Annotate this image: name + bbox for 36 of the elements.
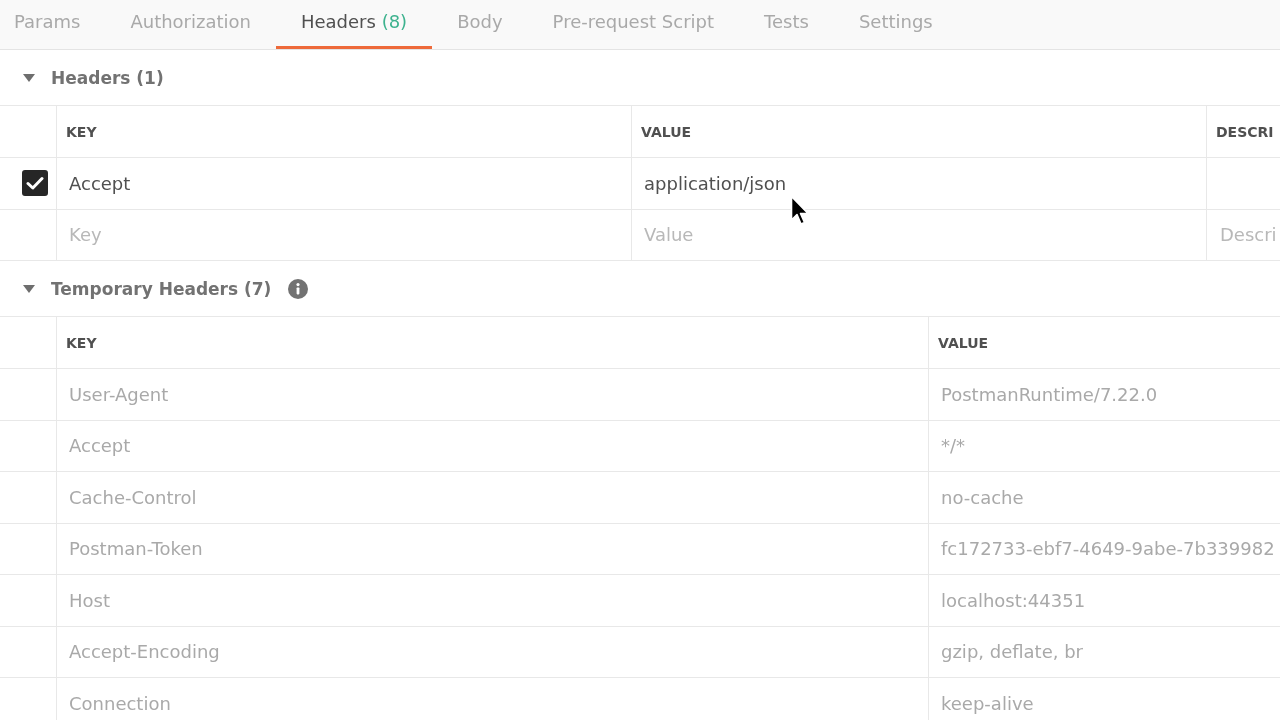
- checkmark-icon: [26, 176, 44, 191]
- table-cell-text: PostmanRuntime/7.22.0: [940, 382, 1159, 407]
- column-header: KEY: [57, 106, 632, 157]
- table-cell: Connection: [57, 678, 929, 720]
- table-cell-text: gzip, deflate, br: [940, 640, 1084, 665]
- column-header: KEY: [57, 317, 929, 368]
- section-title[interactable]: Temporary Headers (7): [51, 278, 272, 299]
- tab[interactable]: Settings: [833, 0, 958, 49]
- caret-icon[interactable]: [23, 73, 35, 82]
- description-field[interactable]: Descri: [1207, 209, 1280, 260]
- table-cell-text: keep-alive: [940, 691, 1035, 716]
- table-cell-text: fc172733-ebf7-4649-9abe-7b339982: [940, 537, 1276, 562]
- key-field[interactable]: Key: [57, 209, 632, 260]
- table-cell: Accept: [57, 420, 929, 471]
- tab[interactable]: Authorization: [105, 0, 276, 49]
- column-header: VALUE: [937, 333, 990, 353]
- table-cell-text: no-cache: [940, 485, 1025, 510]
- table-cell: Host: [57, 575, 929, 626]
- column-header: VALUE: [632, 106, 1207, 157]
- table-cell: Accept-Encoding: [57, 626, 929, 677]
- tab[interactable]: Pre-request Script: [527, 0, 740, 49]
- checkbox[interactable]: [22, 170, 48, 197]
- table-cell: Postman-Token: [57, 523, 929, 574]
- table-cell-text: */*: [940, 434, 967, 459]
- section-title[interactable]: Headers (1): [51, 67, 164, 88]
- caret-icon[interactable]: [23, 284, 35, 293]
- tab[interactable]: Headers (8): [276, 0, 433, 49]
- tab[interactable]: Body: [432, 0, 528, 49]
- tab[interactable]: Tests: [739, 0, 834, 49]
- tab[interactable]: Params: [0, 0, 106, 49]
- table-cell: Cache-Control: [57, 472, 929, 523]
- table-cell: User-Agent: [57, 369, 929, 420]
- key-field[interactable]: Accept: [57, 158, 632, 209]
- table-cell-text: localhost:44351: [940, 588, 1087, 613]
- column-header: DESCRI: [1215, 122, 1275, 142]
- info-icon[interactable]: [288, 278, 309, 299]
